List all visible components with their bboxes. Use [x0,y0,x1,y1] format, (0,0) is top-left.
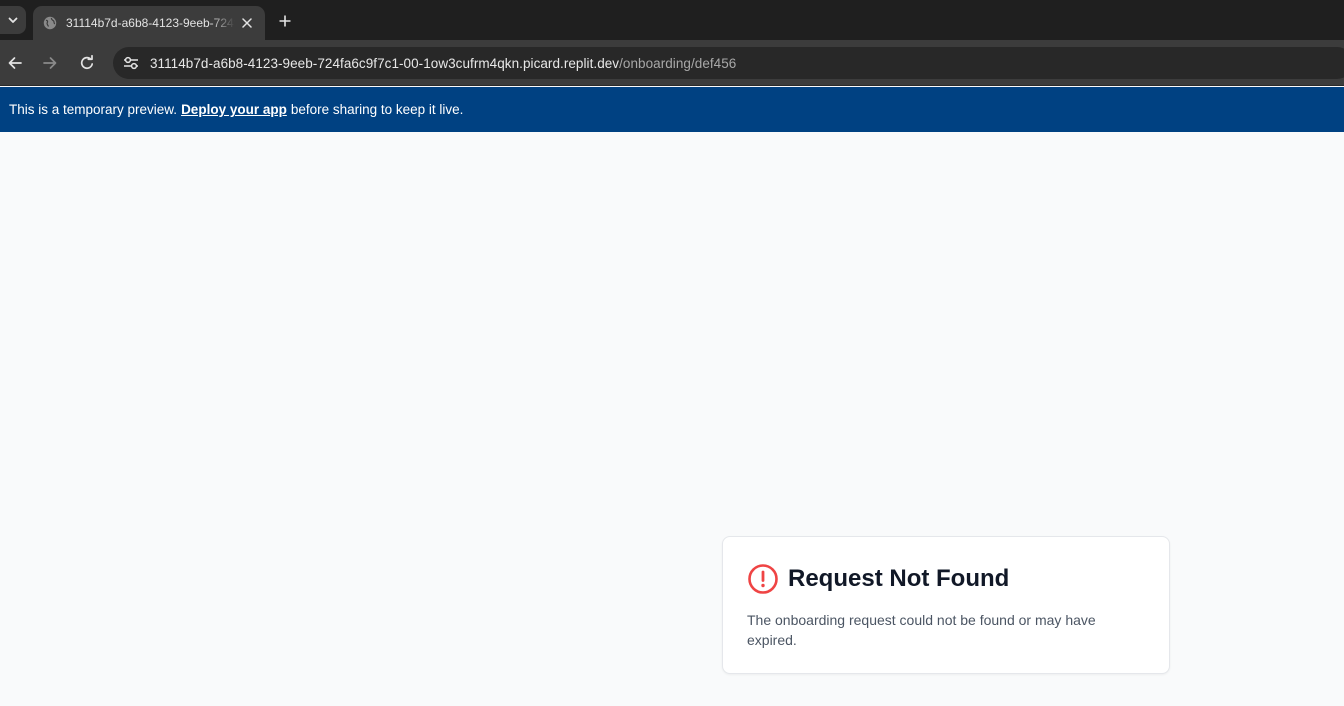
close-icon [242,18,252,28]
error-title: Request Not Found [788,565,1010,592]
preview-banner: This is a temporary preview. Deploy your… [0,87,1344,132]
forward-button[interactable] [38,51,62,75]
browser-tab-active[interactable]: 31114b7d-a6b8-4123-9eeb-724fa6c9f7c1-00-… [33,6,265,40]
alert-circle-icon [748,564,778,594]
url-host: 31114b7d-a6b8-4123-9eeb-724fa6c9f7c1-00-… [150,55,620,71]
url-text[interactable]: 31114b7d-a6b8-4123-9eeb-724fa6c9f7c1-00-… [150,56,736,71]
arrow-right-icon [43,57,57,69]
tab-search-button[interactable] [0,6,26,34]
plus-icon [279,15,291,27]
arrow-left-icon [8,57,22,69]
tab-close-button[interactable] [239,15,255,31]
chevron-down-icon [8,17,18,23]
banner-text-before: This is a temporary preview. [9,102,178,117]
globe-icon [43,16,57,30]
error-card-header: Request Not Found [747,563,1009,595]
browser-toolbar: 31114b7d-a6b8-4123-9eeb-724fa6c9f7c1-00-… [0,40,1344,86]
error-card: Request Not Found The onboarding request… [722,536,1170,674]
deploy-app-link[interactable]: Deploy your app [181,102,287,117]
browser-tab-strip: 31114b7d-a6b8-4123-9eeb-724fa6c9f7c1-00-… [0,0,1344,40]
error-description: The onboarding request could not be foun… [747,612,1096,648]
address-bar[interactable]: 31114b7d-a6b8-4123-9eeb-724fa6c9f7c1-00-… [113,47,1344,79]
reload-button[interactable] [75,51,99,75]
new-tab-button[interactable] [274,10,296,32]
site-info-button[interactable] [121,53,141,73]
tune-icon [124,56,138,70]
tab-title: 31114b7d-a6b8-4123-9eeb-724fa6c9f7c1-00-… [66,16,235,30]
reload-icon [80,55,94,70]
url-path: /onboarding/def456 [619,55,737,71]
back-button[interactable] [3,51,27,75]
banner-text-after: before sharing to keep it live. [290,102,464,117]
